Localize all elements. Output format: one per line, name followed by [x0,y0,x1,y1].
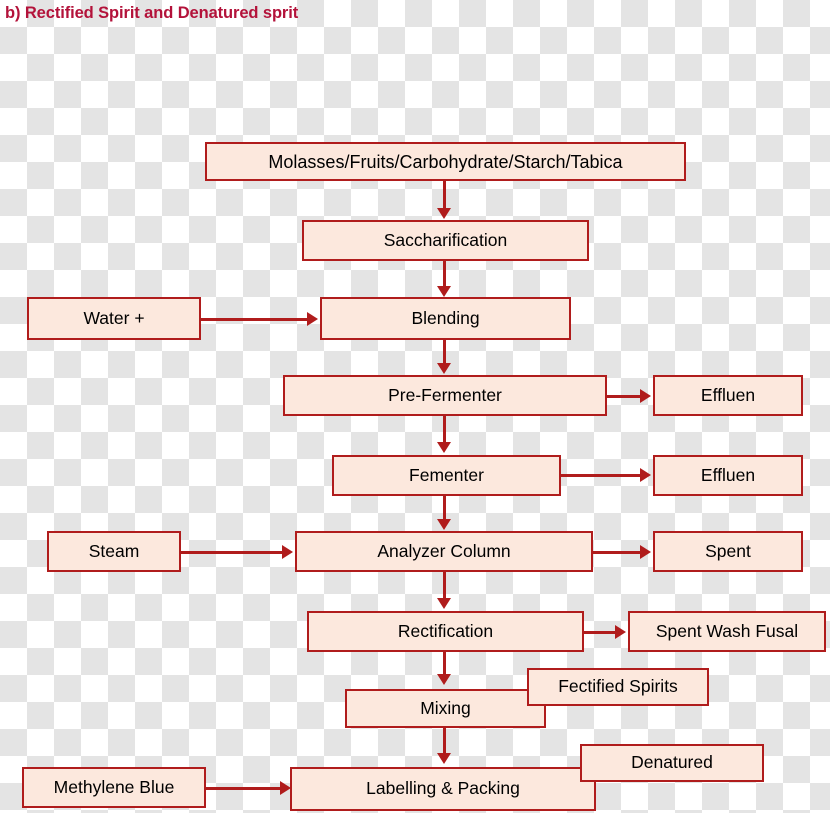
connector-rectification-to-mixing [443,652,446,676]
arrowhead-prefermenter-to-fementer [437,442,451,453]
connector-rectification-to-spentwash [581,631,618,634]
node-feedstock[interactable]: Molasses/Fruits/Carbohydrate/Starch/Tabi… [205,142,686,181]
node-spent[interactable]: Spent [653,531,803,572]
connector-saccharification-to-blending [443,261,446,289]
node-spent-wash-fusal[interactable]: Spent Wash Fusal [628,611,826,652]
flowchart-canvas: b) Rectified Spirit and Denatured sprit [0,0,830,813]
node-analyzer-column[interactable]: Analyzer Column [295,531,593,572]
node-fementer[interactable]: Fementer [332,455,561,496]
node-mixing[interactable]: Mixing [345,689,546,728]
arrowhead-blending-to-prefermenter [437,363,451,374]
node-methylene-blue[interactable]: Methylene Blue [22,767,206,808]
connector-analyzer-to-spent [590,551,643,554]
node-labelling-packing[interactable]: Labelling & Packing [290,767,596,811]
node-steam[interactable]: Steam [47,531,181,572]
arrowhead-analyzer-to-rectification [437,598,451,609]
connector-fementer-to-effluent [558,474,643,477]
page-title: b) Rectified Spirit and Denatured sprit [5,4,299,22]
connector-mixing-to-labelling [443,728,446,754]
arrowhead-fementer-to-effluent [640,468,651,482]
connector-feedstock-to-saccharification [443,180,446,210]
node-blending[interactable]: Blending [320,297,571,340]
arrowhead-rectification-to-spentwash [615,625,626,639]
connector-steam-to-analyzer [179,551,285,554]
arrowhead-feedstock-to-saccharification [437,208,451,219]
node-pre-fermenter[interactable]: Pre-Fermenter [283,375,607,416]
node-water[interactable]: Water + [27,297,201,340]
arrowhead-rectification-to-mixing [437,674,451,685]
connector-methyleneblue-to-labelling [203,787,283,790]
arrowhead-analyzer-to-spent [640,545,651,559]
node-effluent-1[interactable]: Effluen [653,375,803,416]
node-effluent-2[interactable]: Effluen [653,455,803,496]
node-denatured[interactable]: Denatured [580,744,764,782]
connector-analyzer-to-rectification [443,572,446,600]
node-saccharification[interactable]: Saccharification [302,220,589,261]
arrowhead-saccharification-to-blending [437,286,451,297]
arrowhead-mixing-to-labelling [437,753,451,764]
arrowhead-steam-to-analyzer [282,545,293,559]
connector-prefermenter-to-fementer [443,416,446,444]
arrowhead-prefermenter-to-effluent [640,389,651,403]
connector-prefermenter-to-effluent [604,395,643,398]
arrowhead-fementer-to-analyzer [437,519,451,530]
arrowhead-water-to-blending [307,312,318,326]
node-fectified-spirits[interactable]: Fectified Spirits [527,668,709,706]
connector-water-to-blending [200,318,310,321]
node-rectification[interactable]: Rectification [307,611,584,652]
